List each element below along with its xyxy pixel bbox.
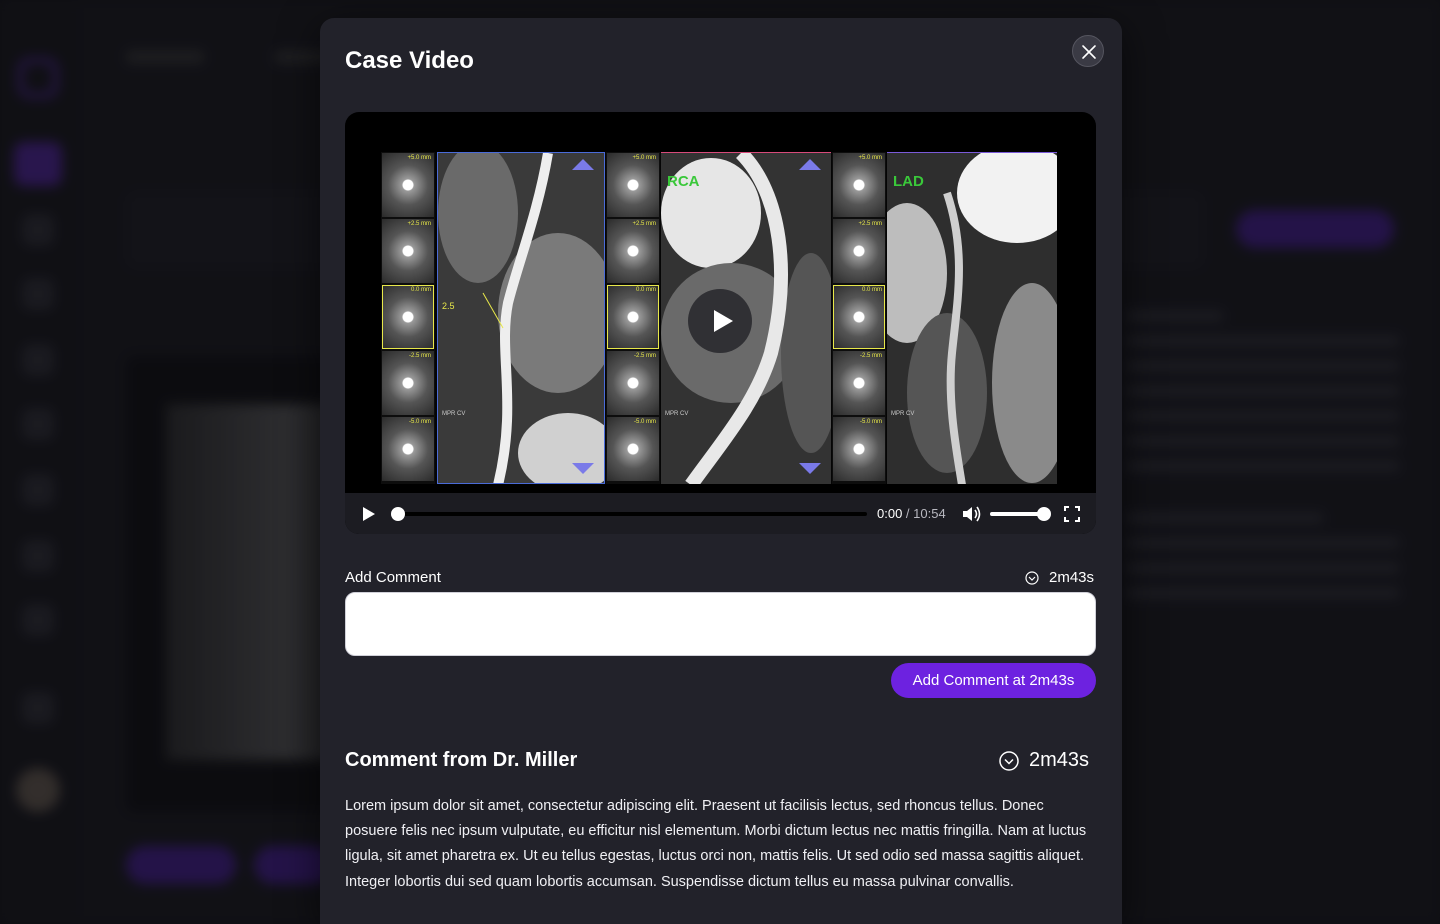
video-player[interactable]: +5.0 mm +2.5 mm 0.0 mm -2.5 mm -5.0 mm 2… — [345, 112, 1096, 534]
clock-icon — [999, 750, 1019, 771]
vessel-label: LAD — [893, 173, 924, 190]
comment-input[interactable] — [345, 592, 1096, 656]
slice-strip: +5.0 mm +2.5 mm 0.0 mm -2.5 mm -5.0 mm — [381, 152, 435, 484]
slice-thumbnail: -2.5 mm — [382, 351, 434, 415]
slice-thumbnail: -5.0 mm — [607, 417, 659, 481]
mpr-panel: 2.5 MPR CV — [437, 152, 605, 484]
case-video-modal: Case Video +5.0 mm +2.5 mm 0.0 mm -2.5 m… — [320, 18, 1122, 924]
slice-thumbnail: +2.5 mm — [607, 219, 659, 283]
slice-strip: +5.0 mm +2.5 mm 0.0 mm -2.5 mm -5.0 mm — [832, 152, 886, 484]
scroll-down-arrow-icon — [799, 463, 821, 474]
slice-thumbnail: -5.0 mm — [382, 417, 434, 481]
fullscreen-icon[interactable] — [1064, 506, 1080, 522]
slice-thumbnail: +5.0 mm — [607, 153, 659, 217]
slice-thumbnail-selected: 0.0 mm — [607, 285, 659, 349]
comment-body: Lorem ipsum dolor sit amet, consectetur … — [345, 798, 1087, 890]
play-icon — [714, 310, 733, 332]
slice-thumbnail-selected: 0.0 mm — [833, 285, 885, 349]
play-button[interactable] — [362, 506, 376, 522]
volume-handle[interactable] — [1037, 507, 1052, 521]
seek-bar[interactable] — [391, 507, 867, 521]
scroll-down-arrow-icon — [572, 463, 594, 474]
close-icon — [1082, 45, 1096, 59]
play-overlay-button[interactable] — [688, 289, 752, 353]
comment-timestamp-link[interactable]: 2m43s — [999, 749, 1089, 772]
slice-strip: +5.0 mm +2.5 mm 0.0 mm -2.5 mm -5.0 mm — [606, 152, 660, 484]
volume-icon[interactable] — [962, 505, 982, 523]
slice-thumbnail-selected: 0.0 mm — [382, 285, 434, 349]
slice-thumbnail: -2.5 mm — [833, 351, 885, 415]
slice-thumbnail: -5.0 mm — [833, 417, 885, 481]
mpr-panel-lad: LAD MPR CV — [887, 152, 1057, 484]
time-display: 0:00 / 10:54 — [877, 506, 946, 521]
comment-heading: Comment from Dr. Miller — [345, 749, 578, 771]
slice-thumbnail: -2.5 mm — [607, 351, 659, 415]
comment-timestamp: 2m43s — [1025, 569, 1094, 586]
slice-thumbnail: +5.0 mm — [833, 153, 885, 217]
add-comment-button[interactable]: Add Comment at 2m43s — [891, 663, 1096, 698]
scroll-up-arrow-icon — [572, 159, 594, 170]
vessel-label: RCA — [667, 173, 700, 190]
clock-icon — [1025, 570, 1039, 585]
seek-handle[interactable] — [391, 507, 405, 521]
close-button[interactable] — [1072, 35, 1104, 67]
slice-thumbnail: +2.5 mm — [382, 219, 434, 283]
scroll-up-arrow-icon — [799, 159, 821, 170]
modal-title: Case Video — [345, 47, 474, 74]
slice-thumbnail: +2.5 mm — [833, 219, 885, 283]
volume-slider[interactable] — [990, 507, 1052, 521]
slice-thumbnail: +5.0 mm — [382, 153, 434, 217]
video-controls: 0:00 / 10:54 — [345, 493, 1096, 534]
add-comment-label: Add Comment — [345, 569, 441, 586]
